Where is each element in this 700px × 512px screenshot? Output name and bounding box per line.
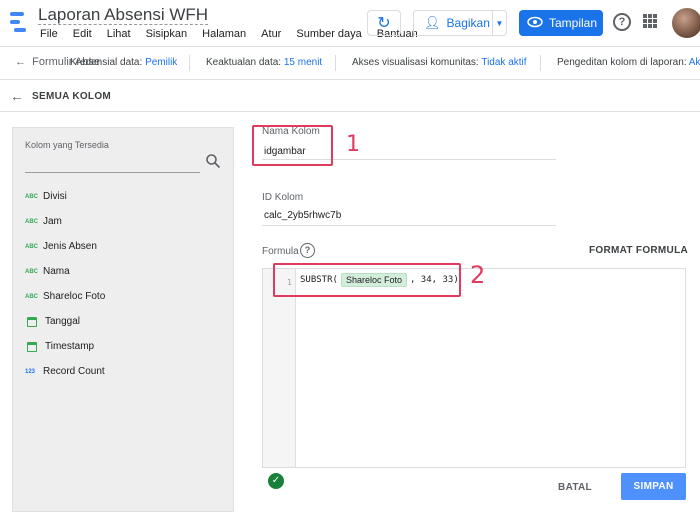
menu-edit[interactable]: Edit: [73, 28, 92, 40]
annotation-label-1: 1: [346, 132, 360, 157]
field-item-record-count[interactable]: 123 Record Count: [25, 366, 105, 377]
freshness-info: Keaktualan data: 15 menit: [206, 57, 323, 68]
field-item-jam[interactable]: ABC Jam: [25, 216, 62, 227]
freshness-link[interactable]: 15 menit: [284, 57, 322, 68]
report-title[interactable]: Laporan Absensi WFH: [38, 5, 209, 25]
avatar[interactable]: [672, 8, 700, 38]
text-type-icon: ABC: [25, 218, 38, 225]
annotation-box-1: [252, 125, 333, 166]
refresh-icon: ↻: [377, 15, 391, 32]
top-bar: Laporan Absensi WFH File Edit Lihat Sisi…: [0, 0, 700, 46]
data-studio-logo-icon[interactable]: [10, 12, 28, 34]
cancel-button[interactable]: BATAL: [545, 474, 605, 500]
menu-resources[interactable]: Sumber daya: [296, 28, 361, 40]
view-button[interactable]: Tampilan: [519, 10, 603, 36]
format-formula-button[interactable]: FORMAT FORMULA: [589, 245, 688, 256]
app-root: Laporan Absensi WFH File Edit Lihat Sisi…: [0, 0, 700, 512]
refresh-button[interactable]: ↻: [367, 10, 401, 36]
field-item-tanggal[interactable]: Tanggal: [25, 316, 80, 327]
annotation-label-2: 2: [470, 261, 486, 289]
share-label: Bagikan: [446, 16, 490, 30]
menu-view[interactable]: Lihat: [107, 28, 131, 40]
field-item-nama[interactable]: ABC Nama: [25, 266, 70, 277]
menu-insert[interactable]: Sisipkan: [146, 28, 188, 40]
annotation-box-2: [273, 263, 461, 297]
save-button[interactable]: SIMPAN: [621, 473, 686, 500]
view-label: Tampilan: [549, 16, 598, 30]
share-dropdown-icon[interactable]: ▼: [492, 11, 506, 35]
community-access-link[interactable]: Tidak aktif: [481, 57, 526, 68]
field-item-shareloc-foto[interactable]: ABC Shareloc Foto: [25, 291, 105, 302]
menu-page[interactable]: Halaman: [202, 28, 246, 40]
field-editing-link[interactable]: Akti: [689, 57, 700, 68]
apps-grid-icon[interactable]: [643, 14, 657, 28]
eye-icon: [527, 16, 543, 31]
text-type-icon: ABC: [25, 243, 38, 250]
number-type-icon: 123: [25, 368, 36, 375]
check-circle-icon: ✓: [268, 473, 284, 489]
formula-label: Formula: [262, 246, 299, 257]
add-person-icon: 👤︎: [424, 15, 441, 30]
search-icon[interactable]: [205, 153, 221, 169]
field-item-divisi[interactable]: ABC Divisi: [25, 191, 67, 202]
available-fields-title: Kolom yang Tersedia: [25, 140, 109, 150]
text-type-icon: ABC: [25, 193, 38, 200]
credential-info: Kredensial data: Pemilik: [70, 57, 178, 68]
field-id-label: ID Kolom: [262, 192, 304, 203]
menu-file[interactable]: File: [40, 28, 58, 40]
help-icon[interactable]: ?: [300, 243, 315, 258]
menu-arrange[interactable]: Atur: [261, 28, 281, 40]
calendar-icon: [27, 341, 37, 352]
line-number-gutter: [263, 269, 296, 467]
community-access-info: Akses visualisasi komunitas: Tidak aktif: [352, 57, 527, 68]
field-editing-info: Pengeditan kolom di laporan: Akti: [557, 57, 700, 68]
text-type-icon: ABC: [25, 268, 38, 275]
field-search-input[interactable]: [25, 172, 200, 173]
field-item-jenis-absen[interactable]: ABC Jenis Absen: [25, 241, 97, 252]
share-button[interactable]: 👤︎ Bagikan ▼: [413, 10, 507, 36]
data-source-info-bar: ← Formulir Abse Kredensial data: Pemilik…: [0, 46, 700, 80]
available-fields-panel: Kolom yang Tersedia ABC Divisi ABC Jam A…: [12, 127, 234, 512]
help-icon[interactable]: ?: [613, 13, 631, 31]
back-arrow-icon: ←: [15, 56, 26, 68]
arrow-left-icon[interactable]: ←: [10, 88, 24, 104]
calendar-icon: [27, 316, 37, 327]
back-row: ← SEMUA KOLOM: [0, 80, 700, 112]
field-item-timestamp[interactable]: Timestamp: [25, 341, 94, 352]
field-id-value: calc_2yb5rhwc7b: [264, 210, 342, 221]
text-type-icon: ABC: [25, 293, 38, 300]
all-fields-link[interactable]: SEMUA KOLOM: [32, 91, 111, 102]
formula-editor[interactable]: 1 SUBSTR( Shareloc Foto , 34, 33): [262, 268, 686, 468]
credential-link[interactable]: Pemilik: [145, 57, 177, 68]
